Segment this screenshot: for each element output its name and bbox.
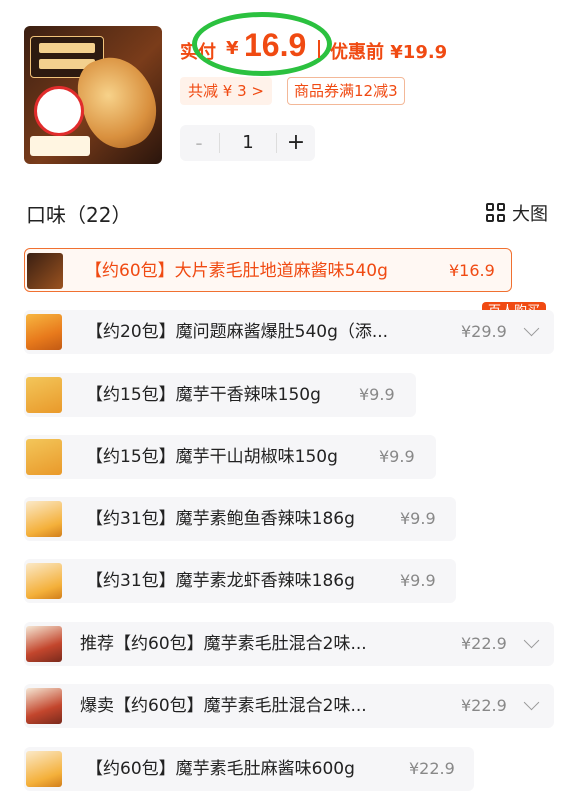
option-label: 【约60包】大片素毛肚地道麻酱味540g <box>85 261 388 281</box>
option-thumbnail <box>26 688 62 724</box>
option-label: 【约15包】魔芋干香辣味150g <box>86 385 321 405</box>
option-price: ¥29.9 <box>461 322 507 341</box>
decrease-button[interactable]: - <box>180 125 218 161</box>
price-highlight-ring <box>192 12 332 76</box>
coupon-badge: 商品券满12减3 <box>287 77 405 105</box>
thumbnail-price-tag <box>30 136 90 156</box>
flavor-section-title: 口味（22） <box>26 203 132 227</box>
option-thumbnail <box>26 377 62 413</box>
price-divider <box>318 40 320 58</box>
chevron-down-icon[interactable] <box>523 694 540 711</box>
flavor-option[interactable]: 【约60包】大片素毛肚地道麻酱味540g ¥16.9 <box>24 248 512 292</box>
option-thumbnail <box>26 439 62 475</box>
option-thumbnail <box>26 314 62 350</box>
flavor-option[interactable]: 【约31包】魔芋素龙虾香辣味186g ¥9.9 <box>24 559 456 603</box>
option-thumbnail <box>26 501 62 537</box>
option-price: ¥9.9 <box>359 385 395 404</box>
option-price: ¥22.9 <box>409 759 455 778</box>
option-price: ¥9.9 <box>379 447 415 466</box>
option-label: 【约15包】魔芋干山胡椒味150g <box>86 447 338 467</box>
option-price: ¥9.9 <box>400 571 436 590</box>
flavor-option[interactable]: 【约15包】魔芋干香辣味150g ¥9.9 <box>24 373 416 417</box>
quantity-value[interactable]: 1 <box>220 125 276 161</box>
option-thumbnail <box>27 253 63 289</box>
option-label: 【约20包】魔问题麻酱爆肚540g（添... <box>86 322 389 342</box>
flavor-option[interactable]: 爆卖【约60包】魔芋素毛肚混合2味... ¥22.9 <box>24 684 554 728</box>
big-view-toggle[interactable]: 大图 <box>486 200 548 226</box>
option-price: ¥22.9 <box>461 696 507 715</box>
chevron-down-icon[interactable] <box>523 320 540 337</box>
chevron-down-icon[interactable] <box>523 632 540 649</box>
option-label: 【约31包】魔芋素龙虾香辣味186g <box>86 571 355 591</box>
option-price: ¥16.9 <box>449 261 495 280</box>
option-thumbnail <box>26 751 62 787</box>
quantity-stepper: - 1 + <box>180 125 315 161</box>
big-view-label: 大图 <box>512 204 548 225</box>
flavor-option[interactable]: 【约20包】魔问题麻酱爆肚540g（添... ¥29.9 <box>24 310 554 354</box>
original-price: 优惠前 ¥19.9 <box>330 42 448 63</box>
thumbnail-badge <box>34 86 84 136</box>
product-thumbnail[interactable] <box>24 26 162 164</box>
option-label: 推荐【约60包】魔芋素毛肚混合2味... <box>80 634 367 654</box>
option-thumbnail <box>26 563 62 599</box>
flavor-option[interactable]: 推荐【约60包】魔芋素毛肚混合2味... ¥22.9 <box>24 622 554 666</box>
flavor-option[interactable]: 【约15包】魔芋干山胡椒味150g ¥9.9 <box>24 435 436 479</box>
option-label: 爆卖【约60包】魔芋素毛肚混合2味... <box>80 696 367 716</box>
discount-detail-button[interactable]: 共减 ¥ 3 > <box>180 77 272 105</box>
option-label: 【约31包】魔芋素鲍鱼香辣味186g <box>86 509 355 529</box>
flavor-option[interactable]: 【约60包】魔芋素毛肚麻酱味600g ¥22.9 <box>24 747 474 791</box>
option-label: 【约60包】魔芋素毛肚麻酱味600g <box>86 759 355 779</box>
grid-icon <box>486 203 506 223</box>
increase-button[interactable]: + <box>277 125 315 161</box>
option-price: ¥9.9 <box>400 509 436 528</box>
flavor-option[interactable]: 【约31包】魔芋素鲍鱼香辣味186g ¥9.9 <box>24 497 456 541</box>
option-price: ¥22.9 <box>461 634 507 653</box>
option-thumbnail <box>26 626 62 662</box>
